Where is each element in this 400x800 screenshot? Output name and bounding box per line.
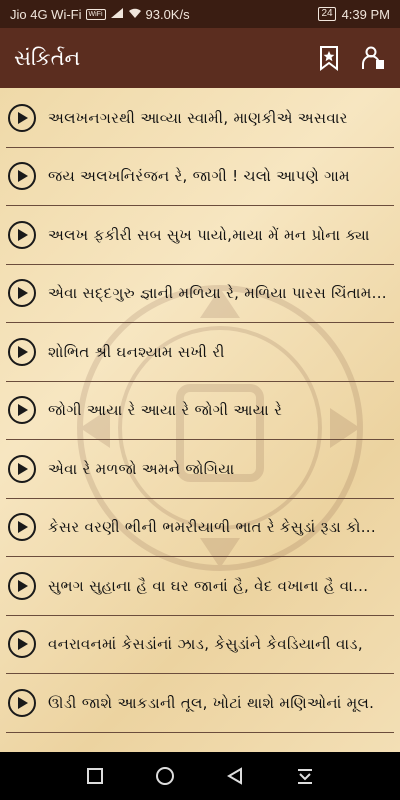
- list-item-title: જોગી આયા રે આયા રે જોગી આયા રે: [48, 401, 283, 420]
- home-button[interactable]: [151, 762, 179, 790]
- play-icon[interactable]: [8, 220, 36, 249]
- list-item[interactable]: જોગી આયા રે આયા રે જોગી આયા રે: [6, 382, 394, 440]
- play-icon[interactable]: [8, 279, 36, 308]
- list-item[interactable]: એવા સદ્દગુરુ જ્ઞાની મળિયા રે, મળિયા પારસ…: [6, 265, 394, 323]
- content-area: અલખનગરથી આવ્યા સ્વામી, માણકીએ અસવાર જય અ…: [0, 88, 400, 752]
- play-icon[interactable]: [8, 571, 36, 600]
- play-icon[interactable]: [8, 688, 36, 717]
- wifi-icon: [128, 7, 142, 22]
- person-icon: [362, 46, 384, 69]
- list-item[interactable]: સુભગ સુહાના હૈ વા ઘર જાનાં હૈ, વેદ વખાના…: [6, 557, 394, 616]
- wifi-calling-badge: WiFi: [85, 8, 106, 20]
- system-nav-bar: [0, 752, 400, 800]
- status-bar: Jio 4G Wi-Fi WiFi 93.0K/s 24 4:39 PM: [0, 0, 400, 28]
- bookmark-star-button[interactable]: [316, 45, 342, 71]
- play-icon[interactable]: [8, 337, 36, 366]
- list-item[interactable]: અલખનગરથી આવ્યા સ્વામી, માણકીએ અસવાર: [6, 89, 394, 148]
- list-item[interactable]: એવા રે મળજો અમને જોગિયા: [6, 440, 394, 499]
- back-triangle-icon: [227, 767, 242, 785]
- signal-icon: [110, 7, 124, 22]
- list-item-title: એવા સદ્દગુરુ જ્ઞાની મળિયા રે, મળિયા પારસ…: [48, 284, 387, 303]
- play-icon[interactable]: [8, 454, 36, 483]
- play-icon[interactable]: [8, 396, 36, 425]
- page-title: સંકિર્તન: [14, 45, 81, 70]
- square-icon: [87, 768, 103, 784]
- list-item-title: એવા રે મળજો અમને જોગિયા: [48, 459, 235, 478]
- status-right: 24 4:39 PM: [318, 7, 390, 22]
- carrier-label: Jio 4G Wi-Fi: [10, 6, 82, 22]
- list-item[interactable]: ઊડી જાશે આકડાની તૂલ, ખોટાં થાશે મણિઓનાં …: [6, 674, 394, 733]
- pull-down-icon: [298, 769, 312, 784]
- battery-indicator: 24: [318, 7, 336, 21]
- notification-pull-button[interactable]: [291, 762, 319, 790]
- list-item-title: શોભિત શ્રી ઘનશ્યામ સખી રી: [48, 342, 225, 361]
- list-item-title: ઊડી જાશે આકડાની તૂલ, ખોટાં થાશે મણિઓનાં …: [48, 693, 375, 712]
- list-item[interactable]: જય અલખનિરંજન રે, જાગી ! ચલો આપણે ગામ: [6, 148, 394, 206]
- status-left: Jio 4G Wi-Fi WiFi 93.0K/s: [10, 7, 318, 22]
- list-item[interactable]: અલખ ફકીરી સબ સુખ પાયો,માયા મેં મન પ્રોના…: [6, 206, 394, 265]
- profile-button[interactable]: [360, 45, 386, 71]
- network-speed: 93.0K/s: [145, 6, 190, 22]
- list-item-title: જય અલખનિરંજન રે, જાગી ! ચલો આપણે ગામ: [48, 167, 350, 186]
- list-item[interactable]: કેસર વરણી ભીની ભમરીયાળી ભાત રે કેસુડાં ર…: [6, 499, 394, 557]
- app-bar: સંકિર્તન: [0, 28, 400, 88]
- clock: 4:39 PM: [341, 6, 390, 22]
- list-item-title: અલખ ફકીરી સબ સુખ પાયો,માયા મેં મન પ્રોના…: [48, 225, 370, 244]
- kirtan-list: અલખનગરથી આવ્યા સ્વામી, માણકીએ અસવાર જય અ…: [0, 89, 400, 733]
- list-item[interactable]: વનરાવનમાં કેસડાંનાં ઝાડ, કેસુડાંને કેવડિ…: [6, 616, 394, 674]
- play-icon[interactable]: [8, 513, 36, 542]
- list-item[interactable]: શોભિત શ્રી ઘનશ્યામ સખી રી: [6, 323, 394, 382]
- bookmark-star-icon: [320, 46, 338, 71]
- list-item-title: કેસર વરણી ભીની ભમરીયાળી ભાત રે કેસુડાં ર…: [48, 518, 376, 537]
- play-icon[interactable]: [8, 630, 36, 659]
- list-item-title: વનરાવનમાં કેસડાંનાં ઝાડ, કેસુડાંને કેવડિ…: [48, 635, 363, 654]
- play-icon[interactable]: [8, 162, 36, 191]
- app-actions: [316, 45, 386, 71]
- list-item-title: સુભગ સુહાના હૈ વા ઘર જાનાં હૈ, વેદ વખાના…: [48, 576, 369, 595]
- play-icon[interactable]: [8, 103, 36, 132]
- list-item-title: અલખનગરથી આવ્યા સ્વામી, માણકીએ અસવાર: [48, 108, 348, 127]
- back-button[interactable]: [221, 762, 249, 790]
- recents-button[interactable]: [81, 762, 109, 790]
- circle-icon: [156, 767, 174, 785]
